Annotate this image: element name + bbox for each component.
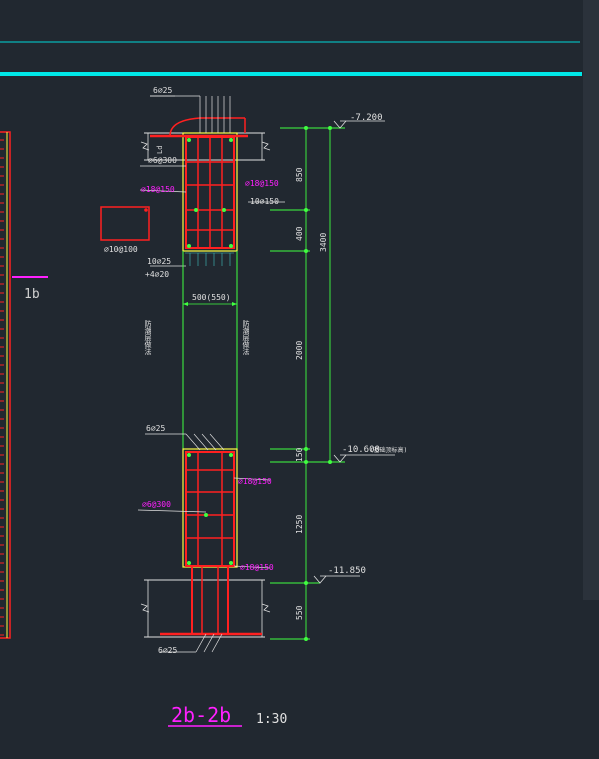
dim-150: 150 — [295, 447, 304, 462]
mid-bars-label: 10⌀150 — [250, 197, 279, 206]
vertical-note-left: 防潮层做法 — [144, 319, 152, 356]
elevation-bottom: -11.850 — [328, 566, 366, 576]
dim-850: 850 — [295, 167, 304, 182]
lower-tie-bottom-label: ⌀18@150 — [240, 563, 274, 572]
top-bars-label: 6⌀25 — [153, 86, 172, 95]
dim-1250: 1250 — [295, 515, 304, 534]
top-rebar-tag: Ld — [156, 146, 164, 154]
cad-drawing-canvas[interactable]: 1b ⌀10@100 6⌀25 Ld ⌀6@300 ⌀18@150 ⌀18@15… — [0, 0, 599, 759]
dim-550: 550 — [295, 605, 304, 620]
dim-2000: 2000 — [295, 341, 304, 360]
section-mark-label: 1b — [24, 287, 40, 302]
tie-left-top-label: ⌀18@150 — [141, 185, 175, 194]
dimension-ticks — [304, 126, 332, 641]
lower-section — [137, 433, 271, 653]
dim-400: 400 — [295, 226, 304, 241]
vertical-note-right: 防潮层做法 — [242, 319, 250, 356]
left-section-outline — [0, 131, 11, 639]
dimension-chain — [270, 127, 345, 640]
lower-top-bars-label: 6⌀25 — [146, 424, 165, 433]
right-scrollbar[interactable] — [583, 0, 599, 600]
beam-box-label: ⌀10@100 — [104, 245, 138, 254]
lower-stirrup-label: ⌀6@300 — [142, 500, 171, 509]
drawing-title: 2b-2b — [171, 703, 231, 727]
beam-section-box — [100, 206, 150, 241]
drawing-scale: 1:30 — [256, 712, 287, 727]
stirrup-top-label: ⌀6@300 — [148, 156, 177, 165]
bottom-bars-label: 6⌀25 — [158, 646, 177, 655]
tie-right-top-label: ⌀18@150 — [245, 179, 279, 188]
elevation-top: -7.200 — [350, 113, 383, 123]
bottom-bars-upper-label: 10⌀25 — [147, 257, 171, 266]
extra-bars-label: +4⌀20 — [145, 270, 169, 279]
elevation-markers — [313, 120, 395, 584]
elevation-mid-note: (基础顶标高) — [370, 446, 407, 454]
dim-3400: 3400 — [319, 233, 328, 252]
wall-width-label: 500(550) — [192, 293, 231, 302]
lower-tie-right-label: ⌀18@150 — [238, 477, 272, 486]
